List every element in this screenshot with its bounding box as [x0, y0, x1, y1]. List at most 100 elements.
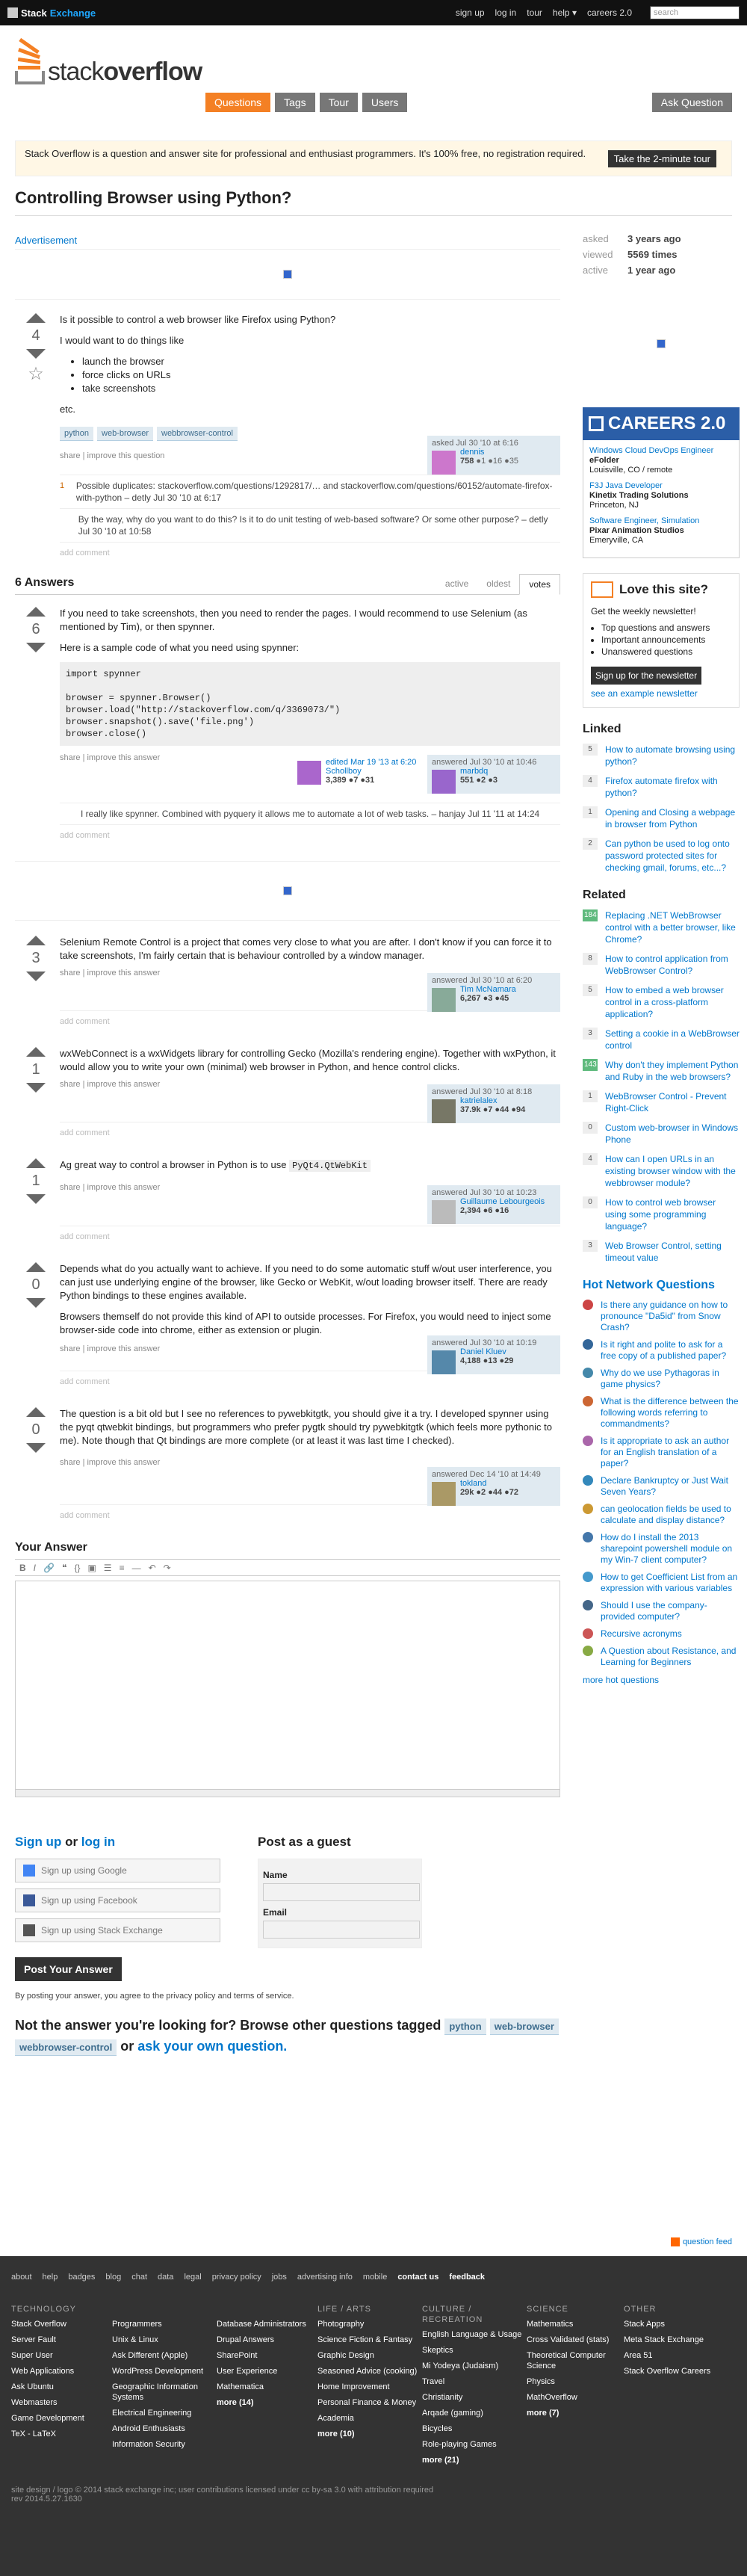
hot-item[interactable]: Is it appropriate to ask an author for a…	[583, 1436, 740, 1469]
user-link[interactable]: dennis	[460, 448, 484, 457]
user-link[interactable]: Schollboy	[326, 767, 362, 776]
footer-site-link[interactable]: Information Security	[112, 2439, 217, 2450]
example-newsletter-link[interactable]: see an example newsletter	[591, 688, 698, 699]
job-item[interactable]: Windows Cloud DevOps Engineer eFolder Loui…	[589, 446, 733, 475]
redo-icon[interactable]: ↷	[164, 1563, 171, 1573]
downvote-icon[interactable]	[26, 349, 46, 359]
nav-users[interactable]: Users	[362, 93, 408, 112]
stackoverflow-logo[interactable]: stackoverflow	[15, 37, 202, 84]
user-link[interactable]: katrielalex	[460, 1096, 498, 1105]
code-icon[interactable]: {}	[74, 1563, 80, 1573]
tag-python[interactable]: python	[444, 2019, 486, 2035]
upvote-icon[interactable]	[26, 1158, 46, 1168]
stackexchange-logo[interactable]: Stack Exchange	[7, 7, 96, 19]
question-title[interactable]: Controlling Browser using Python?	[7, 188, 740, 208]
footer-site-link[interactable]: Skeptics	[422, 2345, 527, 2356]
hot-item[interactable]: How to get Coefficient List from an expr…	[583, 1572, 740, 1594]
related-link[interactable]: WebBrowser Control - Prevent Right-Click	[605, 1090, 740, 1114]
downvote-icon[interactable]	[26, 972, 46, 981]
footer-site-link[interactable]: more (10)	[317, 2429, 422, 2439]
footer-link[interactable]: jobs	[272, 2273, 287, 2282]
signup-link[interactable]: Sign up	[15, 1835, 61, 1849]
more-hot-link[interactable]: more hot questions	[583, 1675, 659, 1685]
hot-question-link[interactable]: can geolocation fields be used to calcul…	[601, 1504, 740, 1526]
nav-tour[interactable]: Tour	[319, 93, 358, 112]
tag-webbrowser-control[interactable]: webbrowser-control	[15, 2039, 117, 2056]
related-item[interactable]: 0 Custom web-browser in Windows Phone	[583, 1122, 740, 1146]
footer-link[interactable]: blog	[105, 2273, 121, 2282]
footer-site-link[interactable]: Arqade (gaming)	[422, 2408, 527, 2418]
footer-site-link[interactable]: Webmasters	[11, 2397, 112, 2408]
signup-link[interactable]: sign up	[456, 7, 485, 18]
bold-button[interactable]: B	[19, 1563, 26, 1573]
footer-site-link[interactable]: Server Fault	[11, 2335, 112, 2345]
linked-link[interactable]: Firefox automate firefox with python?	[605, 775, 740, 799]
edited-date[interactable]: edited Mar 19 '13 at 6:20	[326, 758, 416, 767]
job-title[interactable]: F3J Java Developer	[589, 481, 733, 491]
related-link[interactable]: How can I open URLs in an existing brows…	[605, 1153, 740, 1189]
footer-site-link[interactable]: Mathematics	[527, 2319, 624, 2329]
hot-question-link[interactable]: Is it appropriate to ask an author for a…	[601, 1436, 740, 1469]
footer-link[interactable]: feedback	[449, 2273, 485, 2282]
add-comment-link[interactable]: add comment	[60, 1011, 560, 1032]
footer-site-link[interactable]: English Language & Usage	[422, 2329, 527, 2340]
heading-icon[interactable]: —	[132, 1563, 141, 1573]
related-item[interactable]: 3 Web Browser Control, setting timeout va…	[583, 1240, 740, 1264]
upvote-icon[interactable]	[26, 1407, 46, 1417]
upvote-icon[interactable]	[26, 313, 46, 323]
footer-site-link[interactable]: Ask Different (Apple)	[112, 2350, 217, 2361]
bullet-list-icon[interactable]: ≡	[120, 1563, 125, 1573]
hot-question-link[interactable]: A Question about Resistance, and Learnin…	[601, 1646, 740, 1668]
tab-active[interactable]: active	[436, 574, 477, 594]
add-comment-link[interactable]: add comment	[60, 1122, 560, 1143]
footer-site-link[interactable]: Theoretical Computer Science	[527, 2350, 624, 2371]
footer-site-link[interactable]: Cross Validated (stats)	[527, 2335, 624, 2345]
footer-site-link[interactable]: WordPress Development	[112, 2366, 217, 2376]
hot-item[interactable]: How do I install the 2013 sharepoint pow…	[583, 1532, 740, 1566]
footer-site-link[interactable]: Web Applications	[11, 2366, 112, 2376]
tag-python[interactable]: python	[60, 427, 94, 441]
search-input[interactable]: search	[650, 6, 740, 19]
hot-item[interactable]: Is it right and polite to ask for a free…	[583, 1339, 740, 1362]
add-comment-link[interactable]: add comment	[60, 1226, 560, 1247]
footer-site-link[interactable]: Area 51	[624, 2350, 713, 2361]
avatar[interactable]	[297, 761, 321, 785]
ordered-list-icon[interactable]: ☰	[104, 1563, 112, 1573]
hot-item[interactable]: can geolocation fields be used to calcul…	[583, 1504, 740, 1526]
careers-link[interactable]: careers 2.0	[587, 7, 632, 18]
hot-question-link[interactable]: How to get Coefficient List from an expr…	[601, 1572, 740, 1594]
footer-link[interactable]: data	[158, 2273, 173, 2282]
job-item[interactable]: F3J Java Developer Kinetix Trading Soluti…	[589, 481, 733, 510]
tab-oldest[interactable]: oldest	[477, 574, 519, 594]
user-link[interactable]: marbdq	[460, 767, 488, 776]
answer-editor[interactable]	[15, 1581, 560, 1790]
related-link[interactable]: How to control application from WebBrows…	[605, 953, 740, 977]
footer-site-link[interactable]: Physics	[527, 2376, 624, 2387]
footer-site-link[interactable]: Ask Ubuntu	[11, 2382, 112, 2392]
footer-link[interactable]: badges	[68, 2273, 95, 2282]
footer-site-link[interactable]: Game Development	[11, 2413, 112, 2424]
hot-question-link[interactable]: Is it right and polite to ask for a free…	[601, 1339, 740, 1362]
related-link[interactable]: How to control web browser using some pr…	[605, 1196, 740, 1232]
user-link[interactable]: tokland	[460, 1479, 486, 1488]
footer-link[interactable]: legal	[184, 2273, 201, 2282]
hot-question-link[interactable]: How do I install the 2013 sharepoint pow…	[601, 1532, 740, 1566]
hot-item[interactable]: Declare Bankruptcy or Just Wait Seven Ye…	[583, 1475, 740, 1498]
related-link[interactable]: How to embed a web browser control in a …	[605, 984, 740, 1020]
tour-link[interactable]: tour	[527, 7, 542, 18]
question-feed-link[interactable]: question feed	[683, 2237, 732, 2246]
footer-site-link[interactable]: Stack Overflow	[11, 2319, 112, 2329]
footer-site-link[interactable]: Electrical Engineering	[112, 2408, 217, 2418]
italic-button[interactable]: I	[34, 1563, 36, 1573]
ask-own-question-link[interactable]: ask your own question.	[137, 2039, 287, 2054]
avatar[interactable]	[432, 1482, 456, 1506]
footer-site-link[interactable]: MathOverflow	[527, 2392, 624, 2403]
footer-site-link[interactable]: Academia	[317, 2413, 422, 2424]
hot-question-link[interactable]: Is there any guidance on how to pronounc…	[601, 1300, 740, 1333]
tag-web-browser[interactable]: web-browser	[97, 427, 153, 441]
newsletter-signup-button[interactable]: Sign up for the newsletter	[591, 667, 702, 685]
hot-item[interactable]: A Question about Resistance, and Learnin…	[583, 1646, 740, 1668]
hot-question-link[interactable]: Recursive acronyms	[601, 1628, 682, 1640]
footer-link[interactable]: advertising info	[297, 2273, 353, 2282]
footer-site-link[interactable]: more (7)	[527, 2408, 624, 2418]
